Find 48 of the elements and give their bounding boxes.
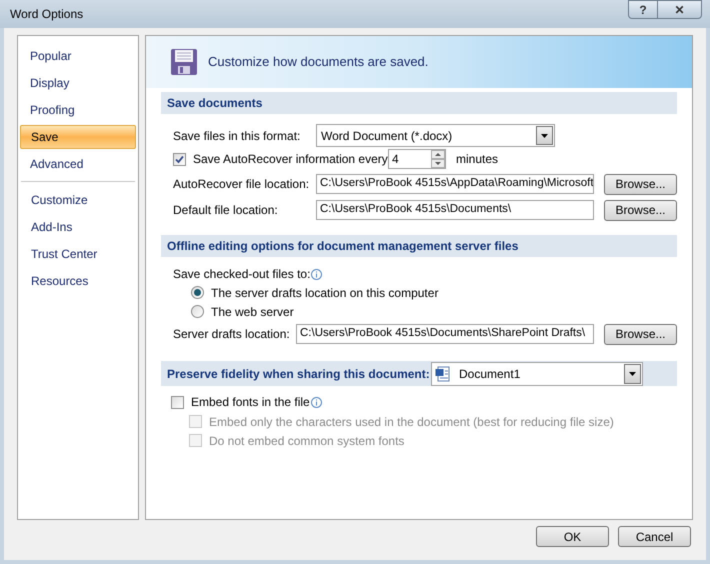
radio-button[interactable] xyxy=(191,305,204,318)
location-field[interactable]: C:\Users\ProBook 4515s\Documents\ xyxy=(316,200,594,220)
field-label: Server drafts location: xyxy=(173,326,291,343)
sidebar-item[interactable]: Customize xyxy=(21,188,135,212)
window-title: Word Options xyxy=(10,6,84,23)
checkbox-label: Embed fonts in the file xyxy=(191,394,310,411)
field-label: Save files in this format: xyxy=(173,128,302,144)
dialog-button[interactable]: Cancel xyxy=(618,526,691,547)
header-text: Customize how documents are saved. xyxy=(208,53,428,72)
info-icon xyxy=(311,268,322,280)
browse-button[interactable]: Browse... xyxy=(604,174,677,194)
info-icon xyxy=(310,396,322,408)
checkbox-label: Do not embed common system fonts xyxy=(209,432,404,450)
browse-button[interactable]: Browse... xyxy=(604,200,677,220)
location-field[interactable]: C:\Users\ProBook 4515s\Documents\SharePoint Drafts\ xyxy=(296,324,594,344)
dialog-button[interactable]: OK xyxy=(536,526,609,547)
checkbox[interactable] xyxy=(171,396,184,408)
checkbox-label: Embed only the characters used in the document (best for reducing file size) xyxy=(209,414,614,430)
sidebar-item[interactable]: Save xyxy=(20,124,136,148)
sidebar-item[interactable]: Add-Ins xyxy=(21,214,135,238)
sidebar-item[interactable]: Trust Center xyxy=(21,242,135,266)
sidebar-item[interactable]: Popular xyxy=(20,44,136,68)
format-dropdown[interactable]: Word Document (*.docx) xyxy=(316,124,555,147)
sidebar-item[interactable]: Resources xyxy=(21,268,135,292)
spinner-arrows-icon xyxy=(431,150,445,168)
section-header: Save documents xyxy=(161,92,677,114)
sidebar-item[interactable]: Advanced xyxy=(20,152,136,176)
checkbox-label: Save AutoRecover information every xyxy=(193,151,388,168)
unit-label: minutes xyxy=(456,151,498,168)
help-button[interactable]: ? xyxy=(628,0,658,19)
sidebar-item[interactable]: Proofing xyxy=(20,98,136,122)
radio-label: The web server xyxy=(211,304,294,320)
checkbox[interactable] xyxy=(173,152,186,166)
caret-icon xyxy=(541,134,548,138)
caret-icon xyxy=(629,372,636,376)
radio-label: The server drafts location on this computer xyxy=(211,284,438,302)
section-header: Offline editing options for document management server files xyxy=(161,235,677,257)
minutes-spinner[interactable]: 4 xyxy=(388,149,446,169)
document-icon xyxy=(435,366,451,382)
field-label: AutoRecover file location: xyxy=(173,176,310,193)
field-label: Default file location: xyxy=(173,202,279,219)
document-dropdown[interactable]: Document1 xyxy=(431,362,643,386)
close-button[interactable]: ✕ xyxy=(658,0,702,19)
field-label: Save checked-out files to: xyxy=(173,266,310,283)
sidebar-item[interactable]: Display xyxy=(20,70,136,94)
browse-button[interactable]: Browse... xyxy=(604,324,677,344)
radio-button[interactable] xyxy=(191,286,204,299)
section-header: Preserve fidelity when sharing this document: Document1 xyxy=(161,361,677,386)
